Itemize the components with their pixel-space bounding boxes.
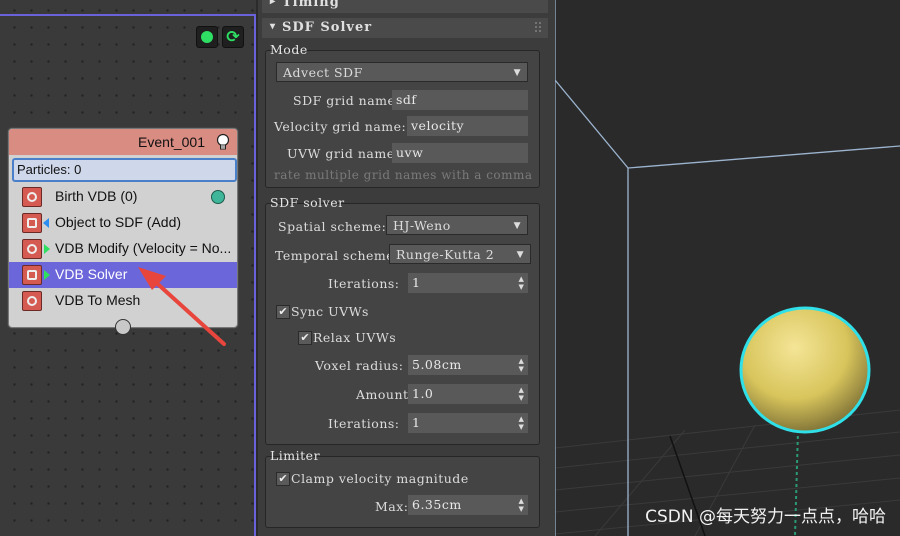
- relax-uvws-label: Relax UVWs: [313, 330, 397, 345]
- spinner-value: 1: [412, 275, 421, 290]
- velocity-grid-field[interactable]: velocity: [407, 116, 528, 136]
- rollout-title: Timing: [282, 0, 340, 10]
- sdf-grid-label: SDF grid name:: [293, 93, 401, 108]
- grip-icon: [534, 21, 542, 33]
- group-title: Mode: [270, 42, 308, 57]
- iterations-spinner[interactable]: 1 ▲ ▼: [408, 273, 528, 293]
- sdf-grid-field[interactable]: sdf: [392, 90, 528, 110]
- spinner-value: 5.08cm: [412, 357, 462, 372]
- annotation-arrow: [138, 267, 226, 346]
- relax-uvws-checkbox[interactable]: ✔: [298, 331, 312, 345]
- sdf-solver-group: [265, 203, 540, 445]
- limiter-group: [265, 456, 540, 528]
- spinner-value: 1.0: [412, 386, 434, 401]
- temporal-scheme-label: Temporal scheme:: [275, 248, 399, 263]
- spinner-arrows-icon[interactable]: ▲ ▼: [518, 415, 525, 431]
- spinner-value: 6.35cm: [412, 497, 462, 512]
- spinner-arrows-icon[interactable]: ▲ ▼: [518, 357, 525, 373]
- voxel-radius-spinner[interactable]: 5.08cm ▲ ▼: [408, 355, 528, 375]
- velocity-grid-label: Velocity grid name:: [274, 119, 407, 134]
- clamp-velocity-checkbox[interactable]: ✔: [276, 472, 290, 486]
- amount-spinner[interactable]: 1.0 ▲ ▼: [408, 384, 528, 404]
- sync-uvws-checkbox[interactable]: ✔: [276, 305, 290, 319]
- dropdown-value: Advect SDF: [283, 65, 363, 80]
- chevron-down-icon: ▼: [516, 250, 524, 260]
- chevron-down-icon: ▼: [513, 221, 521, 231]
- expand-arrow-icon: ▸: [270, 0, 276, 7]
- group-title: Limiter: [270, 448, 321, 463]
- sync-uvws-label: Sync UVWs: [291, 304, 369, 319]
- spinner-value: 1: [412, 415, 421, 430]
- uvw-grid-field[interactable]: uvw: [392, 143, 528, 163]
- amount-label: Amount:: [356, 387, 414, 402]
- mode-dropdown[interactable]: Advect SDF ▼: [276, 62, 528, 82]
- hint-text: rate multiple grid names with a comma: [274, 168, 532, 182]
- voxel-radius-label: Voxel radius:: [315, 358, 404, 373]
- clamp-velocity-label: Clamp velocity magnitude: [291, 471, 469, 486]
- spinner-arrows-icon[interactable]: ▲ ▼: [518, 497, 525, 513]
- iterations-label: Iterations:: [328, 276, 400, 291]
- uvw-grid-label: UVW grid names:: [287, 146, 407, 161]
- chevron-down-icon: ▼: [513, 68, 521, 78]
- spatial-scheme-dropdown[interactable]: HJ-Weno ▼: [386, 215, 528, 235]
- spatial-scheme-label: Spatial scheme:: [278, 219, 387, 234]
- iterations-label: Iterations:: [328, 416, 400, 431]
- max-spinner[interactable]: 6.35cm ▲ ▼: [408, 495, 528, 515]
- rollout-timing[interactable]: ▸ Timing: [262, 0, 548, 13]
- watermark: CSDN @每天努力一点点，哈哈: [645, 507, 886, 527]
- max-label: Max:: [375, 499, 409, 514]
- 3d-viewport[interactable]: [555, 0, 900, 536]
- spinner-arrows-icon[interactable]: ▲ ▼: [518, 386, 525, 402]
- collapse-arrow-icon: ▾: [270, 21, 276, 32]
- dropdown-value: HJ-Weno: [393, 218, 451, 233]
- spinner-arrows-icon[interactable]: ▲ ▼: [518, 275, 525, 291]
- group-title: SDF solver: [270, 195, 345, 210]
- temporal-scheme-dropdown[interactable]: Runge-Kutta 2 ▼: [389, 244, 531, 264]
- viewport-scene: [555, 0, 900, 536]
- dropdown-value: Runge-Kutta 2: [396, 247, 495, 262]
- rollout-sdf-solver[interactable]: ▾ SDF Solver: [262, 18, 548, 38]
- sphere-object[interactable]: [739, 306, 871, 434]
- iterations-spinner-2[interactable]: 1 ▲ ▼: [408, 413, 528, 433]
- rollout-title: SDF Solver: [282, 20, 373, 35]
